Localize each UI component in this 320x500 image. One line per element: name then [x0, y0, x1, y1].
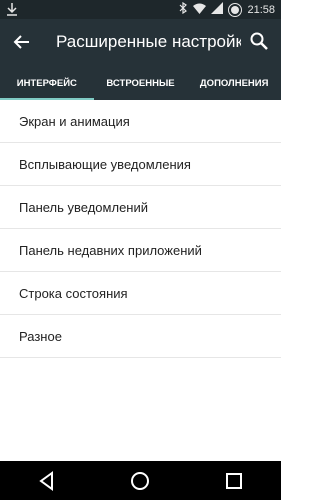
tab-builtin[interactable]: ВСТРОЕННЫЕ: [94, 67, 188, 100]
bluetooth-icon: [178, 1, 188, 17]
list-item-status-bar[interactable]: Строка состояния: [0, 272, 281, 315]
list-item-screen-animation[interactable]: Экран и анимация: [0, 100, 281, 143]
nav-back-icon[interactable]: [35, 469, 59, 493]
navigation-bar: [0, 461, 281, 500]
battery-icon: [228, 2, 243, 17]
page-title: Расширенные настройки: [56, 32, 241, 51]
list-item-recent-apps-panel[interactable]: Панель недавних приложений: [0, 229, 281, 272]
settings-list: Экран и анимация Всплывающие уведомления…: [0, 100, 281, 358]
back-arrow-icon[interactable]: [10, 30, 34, 54]
list-item-misc[interactable]: Разное: [0, 315, 281, 358]
download-icon: [6, 2, 18, 19]
toolbar: Расширенные настройки: [0, 19, 281, 67]
list-item-popup-notifications[interactable]: Всплывающие уведомления: [0, 143, 281, 186]
clock-time: 21:58: [247, 3, 275, 16]
signal-icon: [211, 2, 224, 17]
tab-addons[interactable]: ДОПОЛНЕНИЯ: [187, 67, 281, 100]
list-item-notification-panel[interactable]: Панель уведомлений: [0, 186, 281, 229]
wifi-icon: [193, 3, 207, 17]
nav-home-icon[interactable]: [128, 469, 152, 493]
tab-bar: ИНТЕРФЕЙС ВСТРОЕННЫЕ ДОПОЛНЕНИЯ: [0, 67, 281, 100]
search-icon[interactable]: [249, 31, 269, 51]
nav-recents-icon[interactable]: [222, 469, 246, 493]
tab-interface[interactable]: ИНТЕРФЕЙС: [0, 67, 94, 100]
status-bar: 21:58: [0, 0, 281, 19]
